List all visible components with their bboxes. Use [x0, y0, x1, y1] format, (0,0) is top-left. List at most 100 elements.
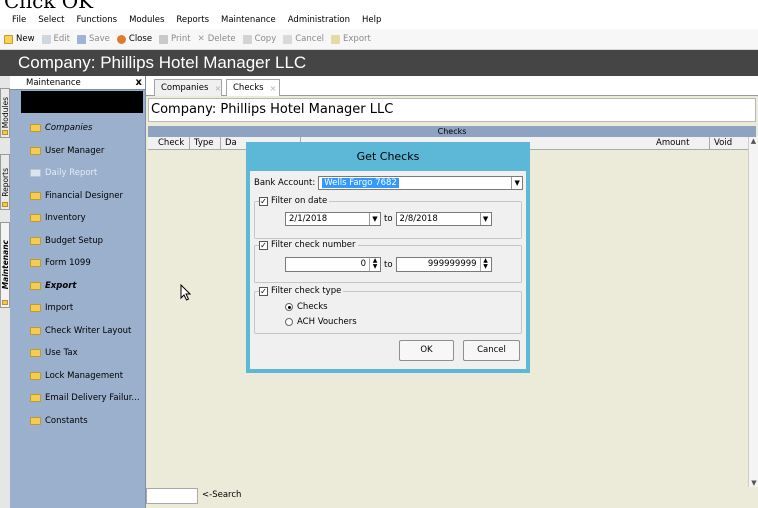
folder-icon — [30, 304, 41, 313]
filter-date-group: ✓ Filter on date 2/1/2018 ▼ to 2/8/2018 … — [254, 196, 522, 239]
new-button[interactable]: New — [4, 34, 35, 44]
folder-icon — [30, 214, 41, 223]
folder-icon — [30, 416, 41, 425]
edit-button[interactable]: Edit — [41, 34, 70, 44]
sidebar-item-financial-designer[interactable]: Financial Designer — [10, 185, 145, 208]
sidebar-item-email-delivery-failures[interactable]: Email Delivery Failur... — [10, 387, 145, 410]
folder-icon — [30, 326, 41, 335]
menu-file[interactable]: File — [12, 15, 26, 25]
folder-icon — [30, 191, 41, 200]
filter-date-checkbox[interactable]: ✓ — [259, 196, 268, 206]
sidebar-item-import[interactable]: Import — [10, 297, 145, 320]
spinner-icon[interactable]: ▲ ▼ — [479, 258, 491, 271]
menu-help[interactable]: Help — [362, 15, 381, 25]
export-button[interactable]: Export — [331, 34, 371, 44]
dialog-title: Get Checks — [356, 150, 420, 163]
close-button[interactable]: Close — [116, 34, 152, 44]
sidebar-search-box[interactable] — [21, 91, 143, 113]
tab-close-icon[interactable]: × — [270, 84, 277, 93]
radio-ach-vouchers[interactable] — [285, 318, 293, 326]
sidebar-item-constants[interactable]: Constants — [10, 410, 145, 433]
bank-account-label: Bank Account: — [254, 178, 316, 188]
menu-bar: File Select Functions Modules Reports Ma… — [0, 11, 758, 29]
menu-modules[interactable]: Modules — [129, 15, 164, 25]
radio-checks-label: Checks — [297, 302, 328, 312]
sidebar-item-inventory[interactable]: Inventory — [10, 207, 145, 230]
column-type[interactable]: Type — [190, 137, 221, 150]
sidebar-item-form-1099[interactable]: Form 1099 — [10, 252, 145, 275]
sidebar-item-export[interactable]: Export — [10, 275, 145, 298]
sidebar-item-user-manager[interactable]: User Manager — [10, 140, 145, 163]
folder-icon — [30, 349, 41, 358]
menu-administration[interactable]: Administration — [288, 15, 350, 25]
bank-account-row: Bank Account: Wells Fargo 7682 ▼ — [254, 176, 524, 190]
sidebar-item-use-tax[interactable]: Use Tax — [10, 342, 145, 365]
chevron-down-icon[interactable]: ▼ — [369, 213, 380, 225]
print-icon — [159, 34, 169, 44]
print-button[interactable]: Print — [159, 34, 191, 44]
check-number-to-stepper[interactable]: 999999999 ▲ ▼ — [395, 257, 492, 272]
copy-button[interactable]: Copy — [242, 34, 276, 44]
cancel-dialog-button[interactable]: Cancel — [463, 340, 520, 361]
save-button[interactable]: Save — [77, 34, 110, 44]
search-input[interactable] — [146, 488, 198, 504]
scroll-up-icon[interactable]: ▲ — [749, 137, 758, 145]
menu-select[interactable]: Select — [38, 15, 64, 25]
radio-checks-row[interactable]: Checks — [285, 302, 328, 312]
new-icon — [4, 34, 13, 44]
folder-icon — [30, 236, 41, 245]
sidebar-item-daily-report[interactable]: Daily Report — [10, 162, 145, 185]
tab-maintenance[interactable]: Maintenanc — [0, 222, 10, 308]
menu-maintenance[interactable]: Maintenance — [221, 15, 276, 25]
filter-date-label: Filter on date — [271, 196, 328, 206]
menu-functions[interactable]: Functions — [76, 15, 117, 25]
check-number-from-stepper[interactable]: 0 ▲ ▼ — [285, 257, 381, 272]
grid-title: Checks — [148, 126, 756, 137]
filter-check-type-group: ✓ Filter check type Checks ACH Vouchers — [254, 286, 522, 334]
caption-text: Click OK — [4, 0, 94, 13]
tab-reports[interactable]: Reports — [0, 154, 10, 210]
cancel-icon — [283, 34, 293, 44]
sidebar-item-check-writer-layout[interactable]: Check Writer Layout — [10, 320, 145, 343]
scroll-down-icon[interactable]: ▼ — [749, 479, 758, 487]
chevron-down-icon[interactable]: ▼ — [479, 213, 491, 225]
filter-check-number-checkbox[interactable]: ✓ — [259, 240, 268, 250]
search-label: <-Search — [202, 490, 242, 500]
folder-icon — [2, 202, 8, 207]
ok-button[interactable]: OK — [399, 340, 454, 361]
sidebar-item-budget-setup[interactable]: Budget Setup — [10, 230, 145, 253]
tab-close-icon[interactable]: × — [214, 84, 221, 93]
delete-button[interactable]: ✕ Delete — [198, 34, 236, 44]
sidebar-title: Maintenance — [26, 77, 81, 88]
folder-icon — [30, 169, 41, 178]
radio-checks[interactable] — [285, 303, 293, 311]
vertical-scrollbar[interactable]: ▲ ▼ — [748, 137, 758, 487]
spinner-icon[interactable]: ▲ ▼ — [369, 258, 380, 271]
folder-icon — [30, 259, 41, 268]
folder-icon — [2, 130, 8, 135]
tab-modules[interactable]: Modules — [0, 88, 10, 138]
bank-account-select[interactable]: Wells Fargo 7682 ▼ — [318, 176, 524, 190]
filter-check-type-checkbox[interactable]: ✓ — [259, 286, 268, 296]
filter-check-number-label: Filter check number — [271, 240, 356, 250]
chevron-down-icon[interactable]: ▼ — [511, 177, 523, 189]
folder-icon — [30, 124, 41, 133]
tab-companies[interactable]: Companies × — [154, 79, 222, 96]
radio-ach-label: ACH Vouchers — [297, 317, 357, 327]
date-to-picker[interactable]: 2/8/2018 ▼ — [395, 212, 492, 226]
menu-reports[interactable]: Reports — [176, 15, 209, 25]
column-check[interactable]: Check — [148, 137, 190, 150]
export-icon — [331, 34, 341, 44]
sidebar-item-companies[interactable]: Companies — [10, 117, 145, 140]
cancel-button[interactable]: Cancel — [283, 34, 324, 44]
tab-checks[interactable]: Checks × — [226, 79, 280, 96]
sidebar-item-lock-management[interactable]: Lock Management — [10, 365, 145, 388]
column-amount[interactable]: Amount — [638, 137, 710, 150]
column-void[interactable]: Void — [710, 137, 750, 150]
vertical-tab-strip: Modules Reports Maintenanc — [0, 76, 10, 508]
sidebar-close-icon[interactable]: x — [136, 77, 142, 88]
radio-ach-row[interactable]: ACH Vouchers — [285, 317, 357, 327]
date-from-picker[interactable]: 2/1/2018 ▼ — [285, 212, 381, 226]
folder-icon — [30, 281, 41, 290]
content-title: Company: Phillips Hotel Manager LLC — [148, 98, 756, 122]
